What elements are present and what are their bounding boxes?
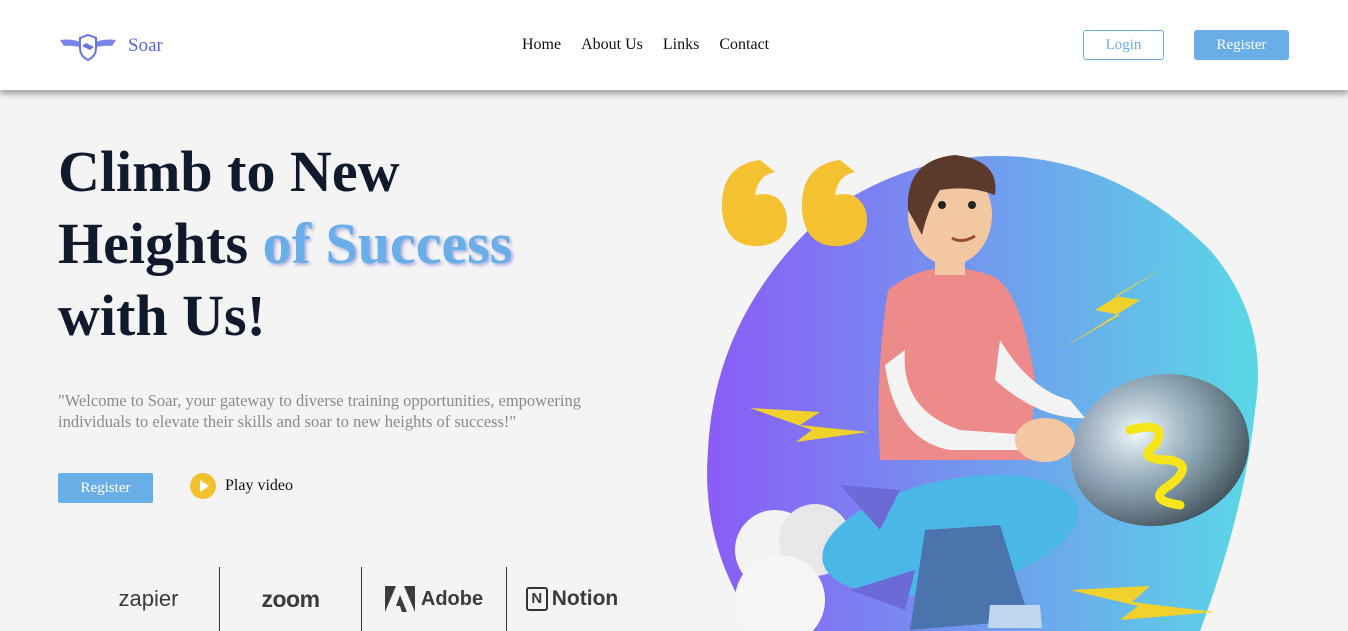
nav-links[interactable]: Links bbox=[663, 36, 699, 54]
adobe-logo-text: Adobe bbox=[420, 587, 484, 610]
hero-description: "Welcome to Soar, your gateway to divers… bbox=[58, 391, 581, 431]
hero-title-line3: with Us! bbox=[58, 283, 266, 348]
hero-register-button[interactable]: Register bbox=[58, 473, 153, 503]
nav-about-us[interactable]: About Us bbox=[581, 36, 643, 54]
brand-name: Soar bbox=[128, 35, 163, 56]
hero-title-line1: Climb to New bbox=[58, 139, 400, 204]
partner-notion: N Notion bbox=[507, 567, 637, 631]
play-video-button[interactable]: Play video bbox=[190, 473, 293, 499]
zapier-logo-text: zapier bbox=[118, 586, 179, 611]
main-nav: Home About Us Links Contact bbox=[522, 36, 789, 54]
notion-logo-text: Notion bbox=[551, 587, 619, 610]
brand-logo[interactable]: Soar bbox=[58, 30, 163, 62]
partner-adobe: Adobe bbox=[362, 567, 506, 631]
header-register-button[interactable]: Register bbox=[1194, 30, 1289, 60]
navbar: Soar Home About Us Links Contact Login R… bbox=[0, 0, 1348, 90]
winged-shield-icon bbox=[60, 33, 116, 62]
hero-title-accent: of Success bbox=[262, 211, 513, 276]
hero-title-line2: Heights bbox=[58, 211, 263, 276]
adobe-icon bbox=[384, 586, 415, 612]
partner-zoom: zoom bbox=[220, 567, 361, 631]
partner-zapier: zapier bbox=[78, 567, 219, 631]
zoom-logo-text: zoom bbox=[261, 585, 320, 612]
hero-title: Climb to New Heights of Success with Us! bbox=[58, 136, 512, 352]
notion-icon: N bbox=[525, 587, 548, 611]
play-icon bbox=[190, 473, 216, 499]
nav-contact[interactable]: Contact bbox=[719, 36, 769, 54]
hero-illustration bbox=[707, 155, 1258, 631]
play-video-label: Play video bbox=[225, 477, 293, 494]
quote-marks-icon bbox=[721, 160, 867, 247]
nav-home[interactable]: Home bbox=[522, 36, 561, 54]
partner-logos: zapier zoom Adobe N Notion bbox=[78, 567, 637, 631]
login-button[interactable]: Login bbox=[1083, 30, 1164, 60]
